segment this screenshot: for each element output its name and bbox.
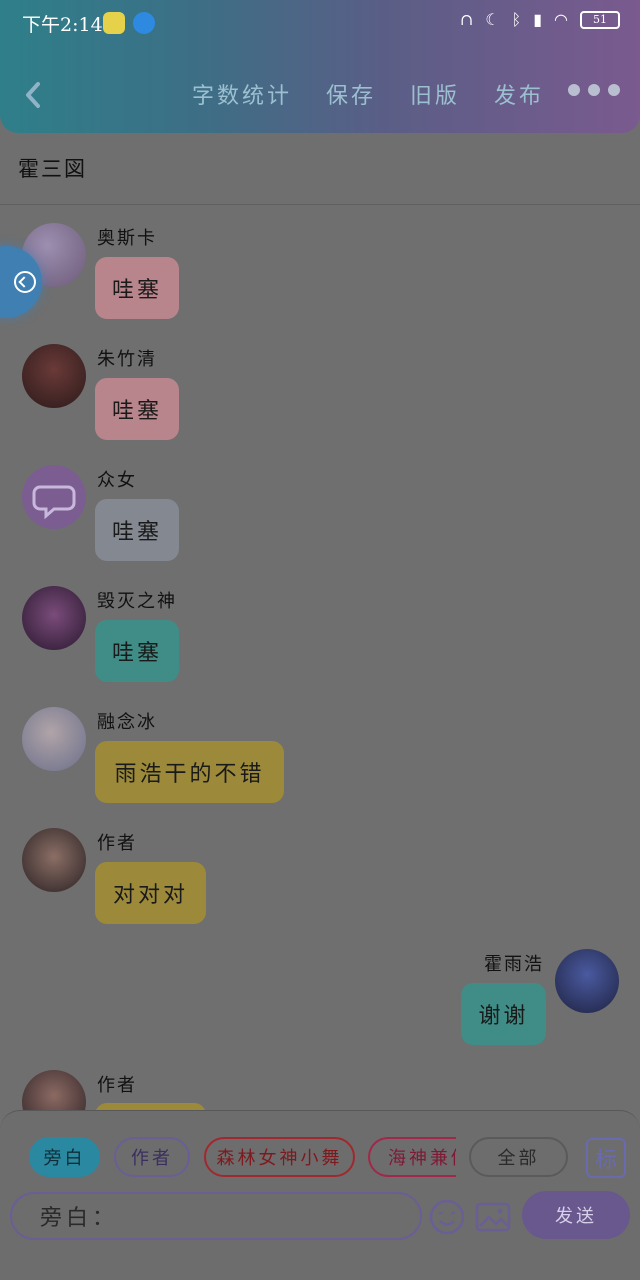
word-count-button[interactable]: 字数统计 [192,78,292,110]
more-icon[interactable] [568,84,620,96]
app-notification-icon [103,12,125,34]
avatar[interactable] [22,828,86,892]
message-bubble[interactable]: 雨浩干的不错 [95,741,284,803]
role-chip-narrator[interactable]: 旁白 [29,1137,100,1177]
avatar[interactable] [555,949,619,1013]
battery-icon: 51 [580,10,620,29]
collapse-left-icon [14,271,36,293]
message-input[interactable]: 旁白： [10,1192,422,1240]
send-button[interactable]: 发送 [522,1191,630,1239]
back-arrow-icon[interactable] [22,78,44,112]
sender-name: 朱竹清 [97,349,157,370]
page-title: 霍三図 [18,157,87,181]
wifi-icon: ◠ [554,10,568,29]
top-nav: 字数统计 保存 旧版 发布 [0,72,640,116]
sender-name: 融念冰 [97,712,157,733]
role-chip-all[interactable]: 全部 [469,1137,568,1177]
bluetooth-icon: ᛒ [511,10,522,29]
message-bubble[interactable]: 哇塞 [95,257,179,319]
status-bar: 下午2:14 ∩ ☾ ᛒ ▮ ◠ 51 [0,0,640,44]
chat-bubble-icon [32,485,76,520]
sender-name: 毁灭之神 [97,591,177,612]
save-button[interactable]: 保存 [326,78,376,110]
message-bubble[interactable]: 哇塞 [95,620,179,682]
sender-name: 作者 [97,833,137,854]
signal-icon: ▮ [533,10,543,29]
message-bubble[interactable]: 谢谢 [461,983,546,1045]
status-time: 下午2:14 [22,14,103,36]
role-chip-author[interactable]: 作者 [114,1137,190,1177]
message-bubble[interactable]: 对对对 [95,862,206,924]
old-version-button[interactable]: 旧版 [410,78,460,110]
sender-name: 众女 [97,470,137,491]
role-chip-character[interactable]: 海神兼修 [368,1137,456,1177]
role-chip-character[interactable]: 森林女神小舞 [204,1137,355,1177]
sender-name: 奥斯卡 [97,228,157,249]
avatar[interactable] [22,586,86,650]
status-icons: ∩ ☾ ᛒ ▮ ◠ 51 [460,10,620,29]
header: 下午2:14 ∩ ☾ ᛒ ▮ ◠ 51 字数统计 保存 旧版 发布 [0,0,640,133]
sender-name: 作者 [97,1075,137,1096]
title-bar: 霍三図 [0,133,640,205]
sender-name: 霍雨浩 [484,954,544,975]
image-icon[interactable] [474,1198,512,1236]
moon-icon: ☾ [485,10,500,29]
avatar[interactable] [22,465,86,529]
headphones-icon: ∩ [459,10,474,29]
message-bubble[interactable]: 哇塞 [95,378,179,440]
avatar[interactable] [22,707,86,771]
publish-button[interactable]: 发布 [494,78,544,110]
nav-actions: 字数统计 保存 旧版 发布 [192,78,544,110]
emoji-icon[interactable] [428,1198,466,1236]
app-notification-icon [133,12,155,34]
avatar[interactable] [22,344,86,408]
mark-button[interactable]: 标 [586,1138,626,1178]
message-bubble[interactable]: 哇塞 [95,499,179,561]
